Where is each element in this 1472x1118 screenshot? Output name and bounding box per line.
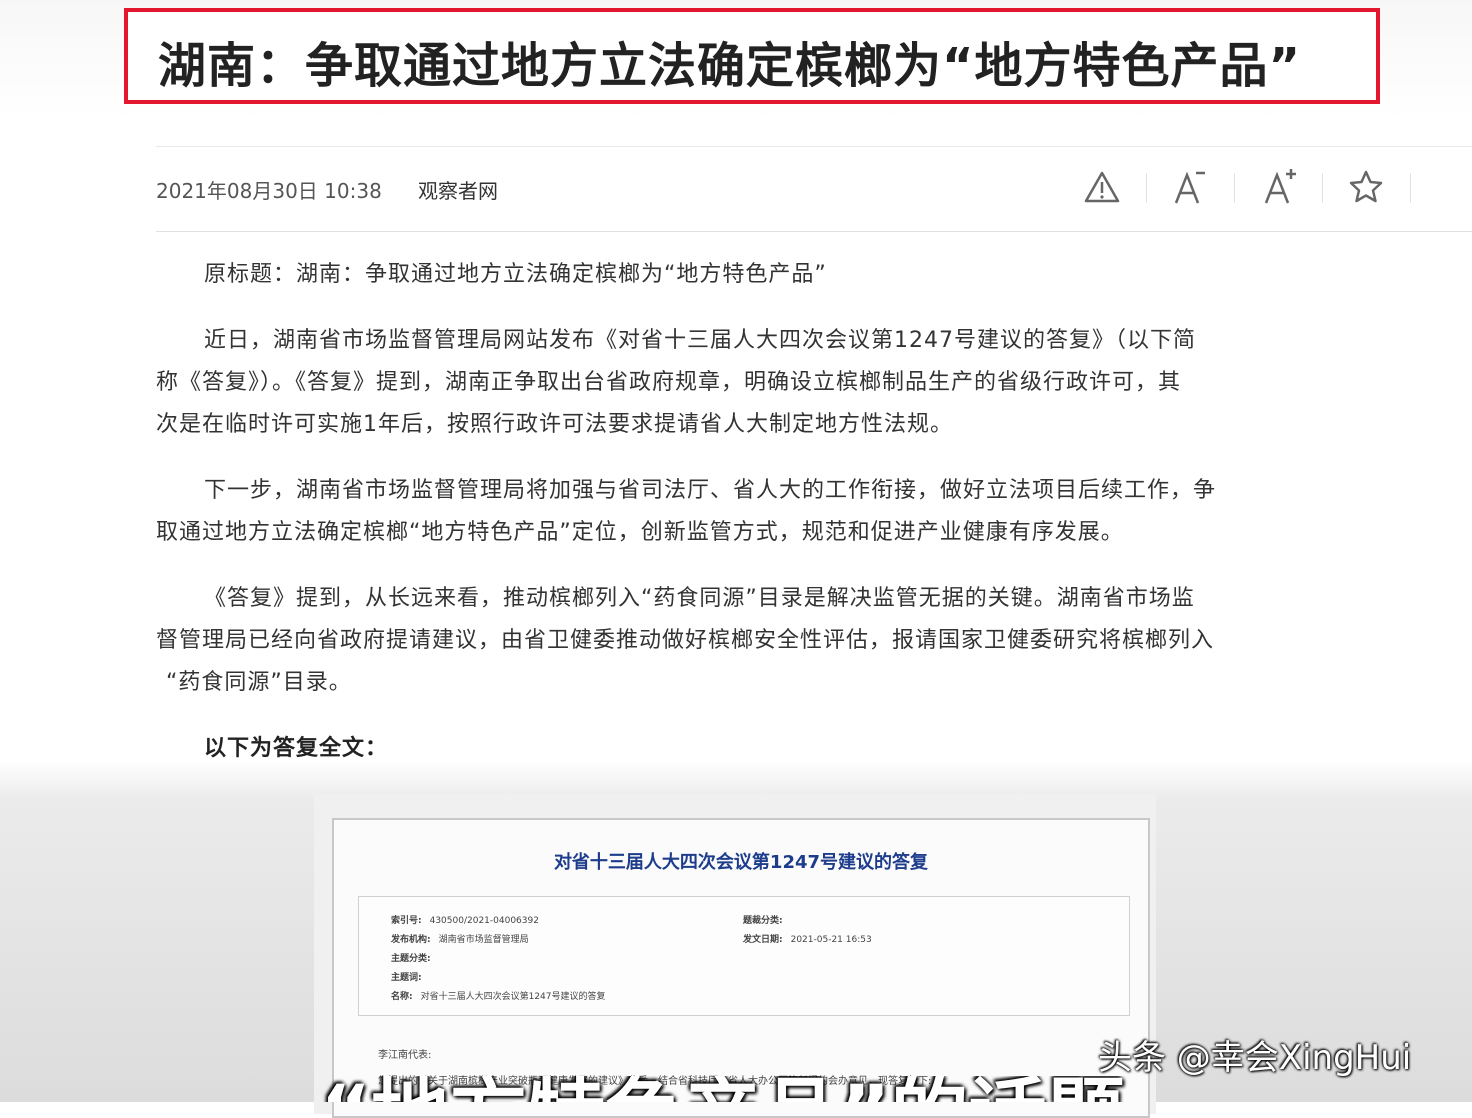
publisher-row: 发布机构: 湖南省市场监督管理局 — [391, 935, 529, 945]
toolbar-divider — [1146, 173, 1147, 203]
publish-datetime: 2021年08月30日 10:38 — [156, 179, 382, 203]
video-subtitle-fragment: “地方特色产品”的话题 — [320, 1076, 1220, 1102]
document-salutation: 李江南代表: — [378, 1050, 432, 1061]
headline-highlight-box: 湖南：争取通过地方立法确定槟榔为“地方特色产品” — [124, 8, 1380, 104]
star-icon[interactable] — [1346, 167, 1386, 207]
article-meta-bar: 2021年08月30日 10:38 观察者网 — [156, 146, 1472, 232]
keyword-row: 主题词: — [391, 973, 422, 983]
warning-icon[interactable] — [1082, 167, 1122, 207]
article-source-link[interactable]: 观察者网 — [418, 175, 498, 204]
article-paragraph-2: 下一步，湖南省市场监督管理局将加强与省司法厅、省人大的工作衔接，做好立法项目后续… — [156, 478, 1217, 545]
topic-row: 主题分类: — [391, 954, 431, 964]
article-paragraph-1: 近日，湖南省市场监督管理局网站发布《对省十三届人大四次会议第1247号建议的答复… — [156, 328, 1196, 437]
issue-date-row: 发文日期: 2021-05-21 16:53 — [743, 935, 872, 945]
embedded-document-image: 对省十三届人大四次会议第1247号建议的答复 索引号: 430500/2021-0… — [332, 818, 1150, 1118]
toolbar-divider — [1410, 173, 1411, 203]
document-name-row: 名称: 对省十三届人大四次会议第1247号建议的答复 — [391, 992, 606, 1002]
article-headline: 湖南：争取通过地方立法确定槟榔为“地方特色产品” — [158, 38, 1302, 94]
font-increase-icon[interactable] — [1260, 167, 1300, 207]
full-text-heading: 以下为答复全文： — [204, 736, 389, 761]
article-paragraph-3: 《答复》提到，从长远来看，推动槟榔列入“药食同源”目录是解决监管无据的关键。湖南… — [156, 586, 1215, 695]
document-title: 对省十三届人大四次会议第1247号建议的答复 — [553, 852, 929, 873]
watermark-text: 头条 @幸会XingHui — [1098, 1038, 1412, 1078]
index-number-row: 索引号: 430500/2021-04006392 — [391, 916, 539, 926]
toolbar-divider — [1322, 173, 1323, 203]
font-decrease-icon[interactable] — [1170, 167, 1210, 207]
category-row: 题裁分类: — [743, 916, 783, 926]
original-title-paragraph: 原标题：湖南：争取通过地方立法确定槟榔为“地方特色产品” — [204, 262, 827, 287]
toolbar-divider — [1234, 173, 1235, 203]
document-info-table: 索引号: 430500/2021-04006392 发布机构: 湖南省市场监督管理局… — [358, 896, 1130, 1016]
